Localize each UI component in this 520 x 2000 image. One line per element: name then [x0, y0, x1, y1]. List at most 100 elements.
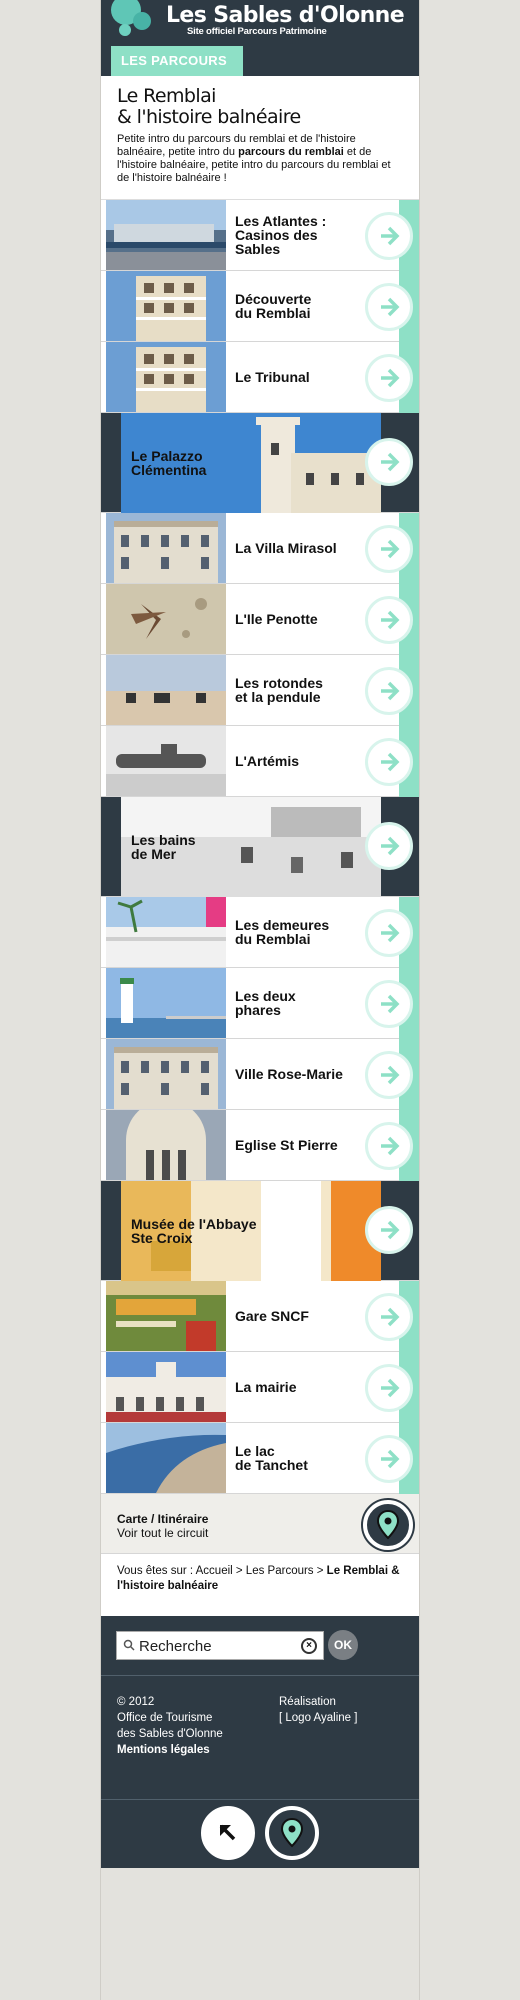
- intro-text: Petite intro du parcours du remblai et d…: [117, 133, 403, 185]
- parcours-label: Musée de l'Abbaye Ste Croix: [131, 1216, 257, 1246]
- arrow-right-icon: [381, 539, 400, 559]
- parcours-item[interactable]: Le Tribunal: [101, 342, 419, 413]
- section-tab-les-parcours[interactable]: LES PARCOURS: [111, 46, 243, 76]
- parcours-thumbnail: [106, 1281, 226, 1351]
- arrow-right-icon: [381, 1065, 400, 1085]
- parcours-thumbnail: [106, 968, 226, 1038]
- parcours-item[interactable]: Les deux phares: [101, 968, 419, 1039]
- go-button[interactable]: [365, 1293, 413, 1341]
- go-button[interactable]: [365, 212, 413, 260]
- arrow-right-icon: [381, 610, 400, 630]
- footer-credit-logo[interactable]: [ Logo Ayaline ]: [279, 1710, 357, 1726]
- parcours-item[interactable]: Gare SNCF: [101, 1281, 419, 1352]
- parcours-label: Les rotondes et la pendule: [235, 675, 323, 705]
- parcours-item[interactable]: La mairie: [101, 1352, 419, 1423]
- arrow-right-icon: [381, 368, 400, 388]
- intro-block: Le Remblai & l'histoire balnéaire Petite…: [101, 76, 419, 200]
- arrow-right-icon: [381, 226, 400, 246]
- featured-parcours-item[interactable]: Musée de l'Abbaye Ste Croix: [101, 1181, 419, 1281]
- go-button[interactable]: [365, 1051, 413, 1099]
- map-link-title: Carte / Itinéraire: [117, 1512, 209, 1526]
- parcours-item[interactable]: Découverte du Remblai: [101, 271, 419, 342]
- go-button[interactable]: [365, 1364, 413, 1412]
- map-pin-icon: [377, 1510, 399, 1540]
- section-bar: LES PARCOURS: [101, 46, 419, 76]
- back-to-top-button[interactable]: [201, 1806, 255, 1860]
- parcours-thumbnail: [106, 1110, 226, 1180]
- logo-dots-icon: [111, 0, 151, 36]
- search-box: ×: [116, 1631, 324, 1660]
- parcours-item[interactable]: Les rotondes et la pendule: [101, 655, 419, 726]
- bottom-nav: [101, 1800, 419, 1868]
- go-button[interactable]: [365, 738, 413, 786]
- footer-org-line2: des Sables d'Olonne: [117, 1728, 223, 1740]
- page-title: Le Remblai & l'histoire balnéaire: [117, 86, 403, 128]
- go-button[interactable]: [365, 596, 413, 644]
- parcours-label: Le Tribunal: [235, 369, 310, 385]
- arrow-right-icon: [381, 836, 400, 856]
- parcours-label: La Villa Mirasol: [235, 540, 337, 556]
- legal-link[interactable]: Mentions légales: [117, 1742, 223, 1758]
- breadcrumb: Vous êtes sur : Accueil > Les Parcours >…: [101, 1554, 419, 1616]
- featured-parcours-item[interactable]: Le Palazzo Clémentina: [101, 413, 419, 513]
- parcours-thumbnail: [106, 200, 226, 270]
- page-title-line2: & l'histoire balnéaire: [117, 106, 301, 128]
- map-button[interactable]: [363, 1500, 413, 1550]
- go-button[interactable]: [365, 667, 413, 715]
- arrow-right-icon: [381, 1220, 400, 1240]
- parcours-label: Les demeures du Remblai: [235, 917, 330, 947]
- parcours-item[interactable]: La Villa Mirasol: [101, 513, 419, 584]
- footer: © 2012 Office de Tourisme des Sables d'O…: [101, 1676, 419, 1800]
- go-button[interactable]: [365, 980, 413, 1028]
- parcours-item[interactable]: Les demeures du Remblai: [101, 897, 419, 968]
- parcours-item[interactable]: Eglise St Pierre: [101, 1110, 419, 1181]
- parcours-label: Eglise St Pierre: [235, 1137, 338, 1153]
- parcours-label: Découverte du Remblai: [235, 291, 312, 321]
- parcours-label: Les bains de Mer: [131, 832, 196, 862]
- featured-parcours-item[interactable]: Les bains de Mer: [101, 797, 419, 897]
- footer-right: Réalisation [ Logo Ayaline ]: [279, 1694, 357, 1726]
- brand-title[interactable]: Les Sables d'Olonne: [166, 3, 405, 28]
- arrow-right-icon: [381, 752, 400, 772]
- parcours-label: Ville Rose-Marie: [235, 1066, 343, 1082]
- go-button[interactable]: [365, 1122, 413, 1170]
- parcours-item[interactable]: Le lac de Tanchet: [101, 1423, 419, 1494]
- footer-left: © 2012 Office de Tourisme des Sables d'O…: [117, 1694, 223, 1758]
- parcours-thumbnail: [106, 1423, 226, 1493]
- parcours-item[interactable]: Les Atlantes : Casinos des Sables: [101, 200, 419, 271]
- go-button[interactable]: [365, 283, 413, 331]
- search-icon: [123, 1639, 135, 1651]
- go-button[interactable]: [365, 909, 413, 957]
- search-ok-button[interactable]: OK: [328, 1630, 358, 1660]
- parcours-label: La mairie: [235, 1379, 297, 1395]
- arrow-right-icon: [381, 1449, 400, 1469]
- parcours-label: Le lac de Tanchet: [235, 1443, 308, 1473]
- parcours-label: L'Artémis: [235, 753, 300, 769]
- search-area: × OK: [101, 1616, 419, 1676]
- map-pin-icon: [281, 1818, 303, 1848]
- arrow-right-icon: [381, 297, 400, 317]
- page: Les Sables d'Olonne Site officiel Parcou…: [100, 0, 420, 2000]
- map-link[interactable]: Carte / Itinéraire Voir tout le circuit: [101, 1494, 419, 1554]
- arrow-right-icon: [381, 923, 400, 943]
- parcours-thumbnail: [106, 655, 226, 725]
- parcours-item[interactable]: L'Ile Penotte: [101, 584, 419, 655]
- clear-search-icon[interactable]: ×: [301, 1638, 317, 1654]
- parcours-item[interactable]: L'Artémis: [101, 726, 419, 797]
- parcours-label: Le Palazzo Clémentina: [131, 448, 207, 478]
- breadcrumb-path[interactable]: Vous êtes sur : Accueil > Les Parcours >: [117, 1565, 327, 1577]
- map-link-subtitle: Voir tout le circuit: [117, 1526, 209, 1540]
- go-button[interactable]: [365, 525, 413, 573]
- arrow-right-icon: [381, 994, 400, 1014]
- go-button[interactable]: [365, 354, 413, 402]
- parcours-item[interactable]: Ville Rose-Marie: [101, 1039, 419, 1110]
- map-nav-button[interactable]: [265, 1806, 319, 1860]
- brand-subtitle: Site officiel Parcours Patrimoine: [187, 26, 327, 37]
- go-button[interactable]: [365, 1435, 413, 1483]
- search-input[interactable]: [139, 1635, 299, 1657]
- go-button[interactable]: [365, 1206, 413, 1254]
- footer-credit-label: Réalisation: [279, 1696, 336, 1708]
- parcours-thumbnail: [106, 342, 226, 412]
- go-button[interactable]: [365, 822, 413, 870]
- go-button[interactable]: [365, 438, 413, 486]
